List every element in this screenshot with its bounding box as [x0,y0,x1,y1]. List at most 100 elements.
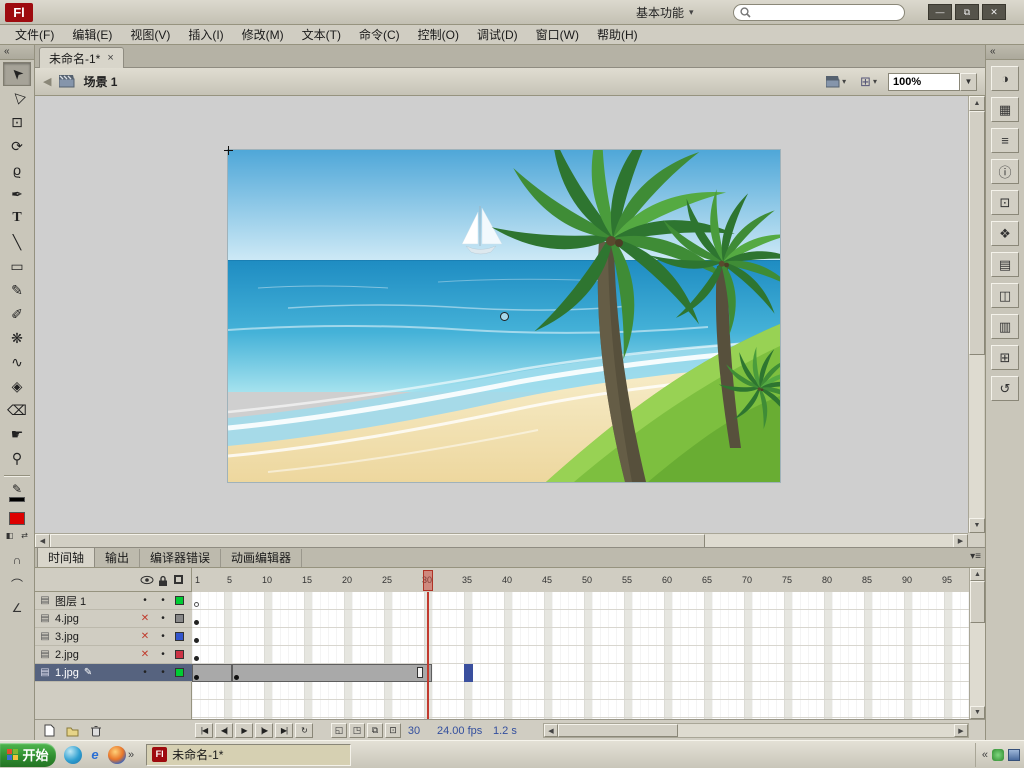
layer-row[interactable]: ▤ 4.jpg ✎ ✕ • [35,610,192,628]
timeline-tab[interactable]: 动画编辑器 [221,549,302,567]
layer-visibility-toggle[interactable]: ✕ [137,613,153,624]
new-layer-button[interactable] [39,723,57,738]
scroll-down-button[interactable]: ▼ [969,518,985,533]
onion-skin-outlines-button[interactable]: ◳ [349,723,365,738]
layer-row[interactable]: ▤ 图层 1 ✎ • • [35,592,192,610]
quicklaunch-messenger-icon[interactable] [64,746,82,764]
zoom-tool[interactable]: ⚲ [3,446,31,470]
layer-outline-color[interactable] [171,596,187,608]
scroll-right-button[interactable]: ▶ [954,724,968,737]
library-panel-icon[interactable]: ▤ [991,252,1019,277]
deco-tool[interactable]: ❋ [3,326,31,350]
loop-button[interactable]: ↻ [295,723,313,738]
play-button[interactable]: ▶ [235,723,253,738]
pencil-tool[interactable]: ✎ [3,278,31,302]
timeline-tab[interactable]: 编译器错误 [140,549,221,567]
menu-item[interactable]: 帮助(H) [588,25,647,45]
zoom-input[interactable] [888,73,960,91]
quicklaunch-media-player-icon[interactable] [108,746,126,764]
layer-outline-color[interactable] [171,614,187,626]
timeline-tab[interactable]: 输出 [95,549,140,567]
lasso-tool[interactable]: ϱ [3,158,31,182]
transform-center-point[interactable] [500,312,509,321]
transform-panel-icon[interactable]: ⊡ [991,190,1019,215]
stroke-color-swatch[interactable] [9,497,25,502]
kf-dot[interactable] [234,675,239,680]
layer-lock-toggle[interactable]: • [155,631,171,642]
scroll-right-button[interactable]: ▶ [953,534,968,548]
menu-item[interactable]: 文本(T) [293,25,350,45]
go-to-first-frame-button[interactable]: |◀ [195,723,213,738]
kf-dot[interactable] [194,675,199,680]
menu-item[interactable]: 调试(D) [468,25,527,45]
timeline-vertical-scrollbar[interactable]: ▲ ▼ [969,568,985,719]
kf-end[interactable] [417,667,423,678]
menu-item[interactable]: 插入(I) [179,25,232,45]
subselection-tool[interactable]: ▷ [3,86,31,110]
code-snippets-panel-icon[interactable]: ❖ [991,221,1019,246]
layer-lock-toggle[interactable]: • [155,595,171,606]
edit-multiple-frames-button[interactable]: ⧉ [367,723,383,738]
paint-bucket-tool[interactable]: ◈ [3,374,31,398]
frame-rate-indicator[interactable]: 24.00 fps [437,725,482,737]
scroll-down-button[interactable]: ▼ [970,706,985,719]
onion-skin-button[interactable]: ◱ [331,723,347,738]
quick-launch-chevron-icon[interactable]: » [128,749,134,761]
align-panel-icon[interactable]: ≡ [991,128,1019,153]
back-button[interactable]: ◀ [43,75,51,88]
brush-tool[interactable]: ✐ [3,302,31,326]
free-transform-tool[interactable]: ⊡ [3,110,31,134]
outline-mode-icon[interactable] [174,575,183,584]
swatches-panel-icon[interactable]: ▦ [991,97,1019,122]
layer-lock-toggle[interactable]: • [155,613,171,624]
layer-lock-toggle[interactable]: • [155,649,171,660]
search-box[interactable] [733,4,905,21]
menu-item[interactable]: 命令(C) [350,25,409,45]
layer-row[interactable]: ▤ 1.jpg ✎ • • [35,664,192,682]
scroll-left-button[interactable]: ◀ [544,724,558,737]
swap-colors-button[interactable]: ⇄ [18,529,31,542]
history-panel-icon[interactable]: ↺ [991,376,1019,401]
eraser-tool[interactable]: ⌫ [3,398,31,422]
layer-outline-color[interactable] [171,650,187,662]
pen-tool[interactable]: ✒ [3,182,31,206]
scrollbar-thumb[interactable] [970,581,985,623]
pasteboard[interactable] [35,96,968,533]
smooth-option[interactable]: ⌒ [5,574,29,594]
line-tool[interactable]: ╲ [3,230,31,254]
scroll-up-button[interactable]: ▲ [969,96,985,111]
quicklaunch-internet-explorer-icon[interactable]: e [86,746,104,764]
timeline-horizontal-scrollbar[interactable]: ◀ ▶ [543,723,969,738]
ruler-marker[interactable] [423,570,433,591]
search-input[interactable] [755,7,885,19]
step-back-button[interactable]: ◀| [215,723,233,738]
snap-to-objects-option[interactable]: ∩ [5,550,29,570]
kf-span[interactable] [232,664,432,682]
layer-visibility-toggle[interactable]: ✕ [137,631,153,642]
stroke-color-control[interactable]: ✎ [0,482,34,502]
scrollbar-thumb[interactable] [50,534,705,548]
close-icon[interactable]: × [107,52,113,64]
bone-tool[interactable]: ∿ [3,350,31,374]
straighten-option[interactable]: ∠ [5,598,29,618]
menu-item[interactable]: 编辑(E) [63,25,121,45]
document-tab[interactable]: 未命名-1* × [39,47,124,68]
components-panel-icon[interactable]: ⊞ [991,345,1019,370]
panel-menu-icon[interactable]: ▾≡ [970,551,981,562]
3d-rotation-tool[interactable]: ⟳ [3,134,31,158]
info-panel-icon[interactable]: ⓘ [991,159,1019,184]
layer-visibility-toggle[interactable]: ✕ [137,649,153,660]
layer-outline-color[interactable] [171,632,187,644]
frames-pane[interactable]: 15101520253035404550556065707580859095 [192,568,969,719]
stage-vertical-scrollbar[interactable]: ▲ ▼ [968,96,984,533]
motion-presets-panel-icon[interactable]: ◫ [991,283,1019,308]
menu-item[interactable]: 控制(O) [409,25,468,45]
collapse-to-icons-button[interactable]: « [0,45,34,60]
edit-scene-button[interactable]: ▾ [823,74,849,90]
playhead-line[interactable] [427,592,429,719]
close-button[interactable]: ✕ [982,4,1006,20]
scrollbar-thumb[interactable] [969,111,985,355]
tray-icon-2[interactable] [1008,749,1020,761]
layer-visibility-toggle[interactable]: • [137,595,153,606]
eye-icon[interactable] [140,575,154,585]
